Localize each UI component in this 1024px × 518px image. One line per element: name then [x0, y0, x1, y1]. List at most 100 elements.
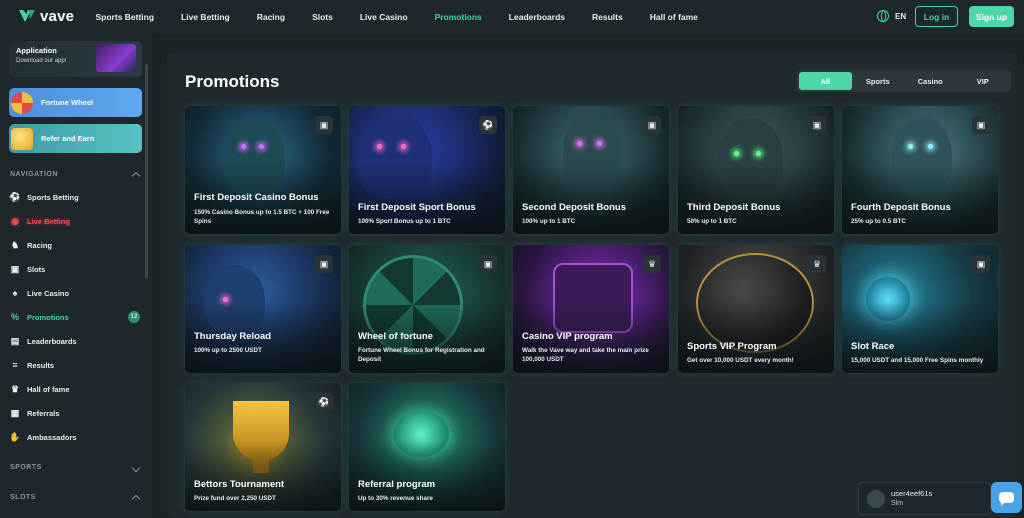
main-nav: Sports Betting Live Betting Racing Slots… [82, 0, 711, 34]
promo-card-wheel-of-fortune[interactable]: ▣ Wheel of fortune Fortune Wheel Bonus f… [349, 245, 505, 373]
sidebar-item-label: Slots [27, 264, 46, 274]
soccer-ball-icon: ⚽ [315, 393, 333, 411]
sidebar-item-label: Promotions [27, 312, 69, 322]
slots-heading: SLOTS [10, 494, 36, 501]
logo-text: vave [40, 7, 75, 25]
sidebar-item-label: Racing [27, 240, 53, 250]
sidebar-item-racing[interactable]: ♞ Racing [10, 238, 142, 252]
sidebar-item-promotions[interactable]: % Promotions 12 [10, 310, 142, 324]
slots-section-toggle[interactable]: SLOTS [10, 493, 142, 504]
nav-slots[interactable]: Slots [299, 12, 347, 22]
trophy-icon: ♛ [10, 383, 20, 394]
promo-card-casino-vip[interactable]: ♛ Casino VIP program Walk the Vave way a… [513, 245, 669, 373]
refer-and-earn-button[interactable]: Refer and Earn [9, 124, 142, 153]
sidebar-item-label: Live Betting [27, 216, 70, 226]
sports-section-toggle[interactable]: SPORTS [10, 463, 142, 472]
chat-preview[interactable]: user4eef61s Slm [858, 482, 991, 515]
sports-heading: SPORTS [10, 464, 42, 471]
filter-sports[interactable]: Sports [852, 72, 905, 90]
card-title: Fourth Deposit Bonus [851, 202, 951, 213]
sidebar-item-hall-of-fame[interactable]: ♛ Hall of fame [10, 382, 142, 396]
vave-logo-icon [19, 10, 35, 22]
sidebar-item-ambassadors[interactable]: ✋ Ambassadors [9, 430, 142, 444]
nav-racing[interactable]: Racing [243, 12, 298, 22]
promo-card-first-deposit-casino[interactable]: ▣ First Deposit Casino Bonus 150% Casino… [185, 106, 341, 234]
navigation-section-toggle[interactable]: NAVIGATION [10, 170, 142, 181]
soccer-ball-icon: ⚽ [9, 191, 21, 202]
percent-icon: % [10, 312, 19, 322]
nav-live-betting[interactable]: Live Betting [168, 12, 244, 22]
sidebar-item-live-casino[interactable]: ♠ Live Casino [10, 286, 142, 300]
promo-card-bettors-tournament[interactable]: ⚽ Bettors Tournament Prize fund over 2,2… [185, 383, 341, 511]
nav-sports-betting[interactable]: Sports Betting [82, 12, 168, 22]
promotions-count-badge: 12 [128, 311, 140, 323]
casino-chip-icon: ▣ [972, 116, 990, 134]
sidebar-item-label: Sports Betting [27, 192, 79, 202]
sidebar-item-results[interactable]: ≡ Results [10, 358, 142, 372]
chat-bubble-icon [999, 492, 1014, 506]
sidebar-item-label: Hall of fame [27, 384, 70, 394]
fortune-wheel-label: Fortune Wheel [41, 98, 94, 107]
login-button[interactable]: Log in [915, 6, 958, 27]
vave-logo[interactable]: vave [18, 7, 74, 25]
filter-vip[interactable]: VIP [957, 72, 1010, 90]
card-title: Sports VIP Program [687, 341, 777, 352]
app-download-card[interactable]: Application Download our app! [9, 41, 142, 77]
card-description: Walk the Vave way and take the main priz… [522, 347, 649, 364]
soccer-ball-icon: ⚽ [479, 116, 497, 134]
promo-card-sports-vip[interactable]: ♛ Sports VIP Program Get over 10,000 USD… [678, 245, 834, 373]
card-title: First Deposit Casino Bonus [194, 192, 319, 203]
top-bar: vave Sports Betting Live Betting Racing … [0, 0, 1024, 34]
promo-card-second-deposit[interactable]: ▣ Second Deposit Bonus 100% up to 1 BTC [513, 106, 669, 234]
language-code: EN [895, 11, 907, 21]
card-title: Slot Race [851, 341, 895, 352]
casino-chip-icon: ▣ [315, 255, 333, 273]
card-title: Second Deposit Bonus [522, 202, 626, 213]
sidebar-item-live-betting[interactable]: ◉ Live Betting [10, 214, 142, 228]
nav-live-casino[interactable]: Live Casino [346, 12, 421, 22]
card-title: Wheel of fortune [358, 331, 433, 342]
nav-results[interactable]: Results [579, 12, 637, 22]
avatar [867, 490, 885, 508]
page-title: Promotions [185, 72, 280, 91]
signup-button[interactable]: Sign up [969, 6, 1014, 27]
refer-and-earn-label: Refer and Earn [41, 134, 95, 143]
chat-open-button[interactable] [991, 482, 1022, 513]
sidebar-item-sports-betting[interactable]: ⚽ Sports Betting [9, 190, 142, 204]
promo-card-fourth-deposit[interactable]: ▣ Fourth Deposit Bonus 25% up to 0.5 BTC [842, 106, 998, 234]
promo-card-slot-race[interactable]: ▣ Slot Race 15,000 USDT and 15,000 Free … [842, 245, 998, 373]
promotion-filter-tabs: All Sports Casino VIP [797, 70, 1011, 92]
card-description: 25% up to 0.5 BTC [851, 218, 906, 225]
sidebar-item-slots[interactable]: ▣ Slots [10, 262, 142, 276]
card-description: Up to 30% revenue share [358, 495, 433, 502]
filter-casino[interactable]: Casino [904, 72, 957, 90]
casino-chip-icon: ▣ [808, 116, 826, 134]
filter-all[interactable]: All [799, 72, 852, 90]
app-card-title: Application [16, 46, 57, 55]
sidebar-scrollbar[interactable] [145, 64, 148, 278]
casino-chip-icon: ▣ [315, 116, 333, 134]
sidebar-item-label: Leaderboards [27, 336, 77, 346]
referrals-icon: ▦ [10, 407, 20, 418]
promo-card-thursday-reload[interactable]: ▣ Thursday Reload 100% up to 2500 USDT [185, 245, 341, 373]
fortune-wheel-button[interactable]: Fortune Wheel [9, 88, 142, 117]
sidebar: Application Download our app! Fortune Wh… [0, 34, 153, 518]
sidebar-item-referrals[interactable]: ▦ Referrals [10, 406, 142, 420]
sidebar-item-leaderboards[interactable]: ▤ Leaderboards [10, 334, 142, 348]
casino-chip-icon: ▣ [972, 255, 990, 273]
promo-card-third-deposit[interactable]: ▣ Third Deposit Bonus 50% up to 1 BTC [678, 106, 834, 234]
promo-card-referral-program[interactable]: Referral program Up to 30% revenue share [349, 383, 505, 511]
nav-leaderboards[interactable]: Leaderboards [495, 12, 578, 22]
nav-promotions[interactable]: Promotions [421, 12, 495, 22]
card-description: Fortune Wheel Bonus for Registration and… [358, 347, 485, 364]
language-selector[interactable]: EN [877, 10, 906, 22]
app-card-subtitle: Download our app! [16, 58, 67, 64]
promo-card-first-deposit-sport[interactable]: ⚽ First Deposit Sport Bonus 100% Sport B… [349, 106, 505, 234]
sidebar-item-label: Ambassadors [27, 432, 77, 442]
casino-chip-icon: ▣ [643, 116, 661, 134]
fortune-wheel-icon [11, 91, 33, 114]
nav-hall-of-fame[interactable]: Hall of fame [636, 12, 711, 22]
coin-icon [11, 127, 33, 150]
card-description: Get over 10,000 USDT every month! [687, 357, 794, 364]
chevron-down-icon [131, 463, 141, 472]
